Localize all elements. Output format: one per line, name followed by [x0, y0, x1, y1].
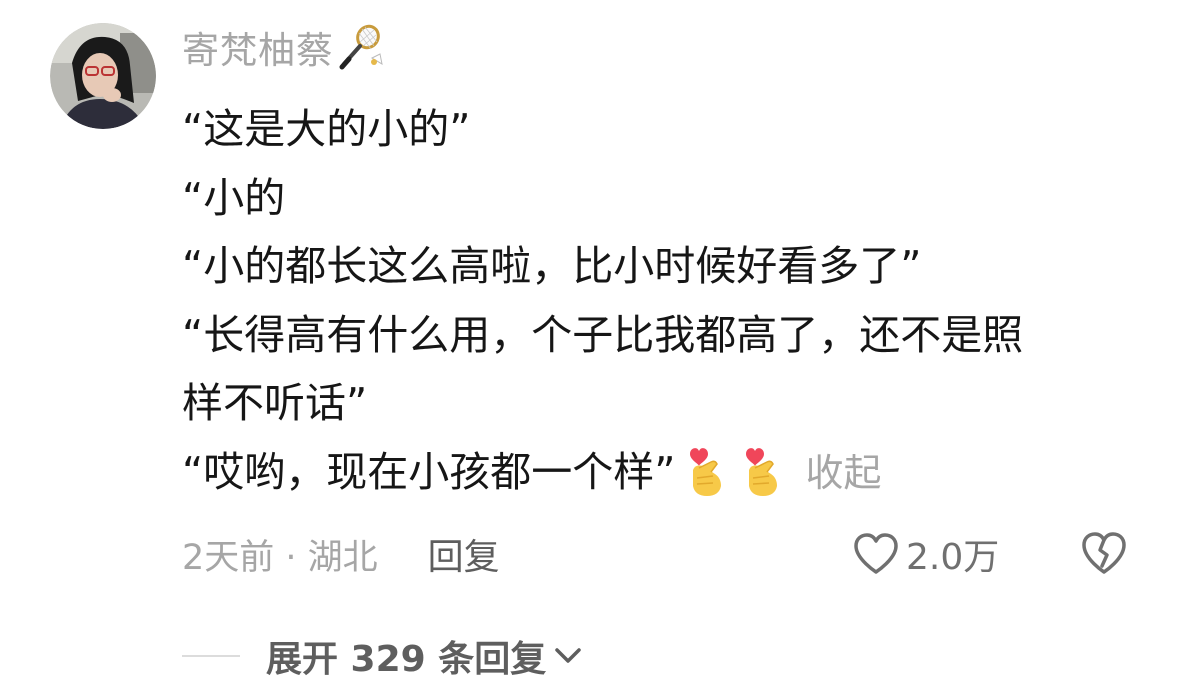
comment-line: “长得高有什么用，个子比我都高了，还不是照	[182, 310, 1024, 359]
reply-button[interactable]: 回复	[428, 528, 500, 580]
comment-line: “小的都长这么高啦，比小时候好看多了”	[182, 242, 922, 290]
comment-line: 样不听话”	[182, 379, 368, 427]
comment-line: “小的	[182, 173, 286, 222]
time-location: 2天前 · 湖北	[182, 537, 378, 578]
comment-line: “这是大的小的”	[182, 105, 471, 153]
finger-heart-emoji	[741, 440, 787, 498]
like-button[interactable]: 2.0万	[852, 528, 999, 580]
heart-outline-icon	[854, 533, 898, 574]
comment-line: “哎哟，现在小孩都一个样”	[182, 447, 676, 496]
collapse-button[interactable]: 收起	[805, 451, 881, 495]
badminton-racket-icon	[338, 24, 384, 70]
finger-heart-emoji	[685, 440, 731, 498]
like-count: 2.0万	[906, 537, 1000, 578]
chevron-down-icon	[555, 648, 581, 663]
comment-meta: 2天前 · 湖北 回复	[182, 528, 500, 580]
comment-body: “这是大的小的” “小的 “小的都长这么高啦，比小时候好看多了” “长得高有什么…	[182, 95, 1142, 507]
expand-replies[interactable]: 展开 329 条回复	[182, 630, 584, 682]
divider-line	[182, 655, 240, 657]
broken-heart-icon[interactable]	[1080, 530, 1128, 576]
avatar[interactable]	[50, 23, 156, 129]
username[interactable]: 寄梵柚蔡	[182, 20, 334, 74]
expand-replies-label: 展开 329 条回复	[266, 639, 547, 680]
username-row: 寄梵柚蔡	[182, 22, 384, 72]
comment-item: 寄梵柚蔡 “这是大的小的” “小的 “小的都长这么高啦，比小时候好看多了” “长…	[0, 0, 1179, 683]
comment-last-line: “哎哟，现在小孩都一个样” 收起	[182, 438, 1142, 508]
